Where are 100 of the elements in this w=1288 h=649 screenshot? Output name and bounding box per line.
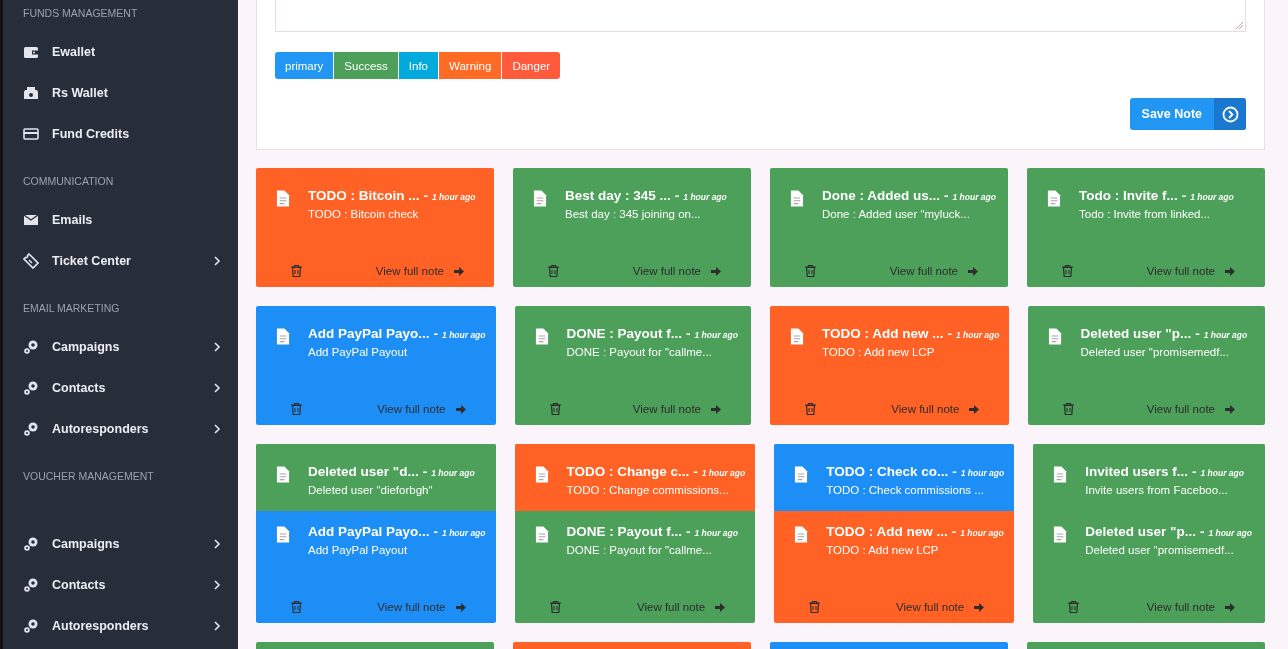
view-full-note-link[interactable]: View full note (637, 601, 726, 613)
note-title: TODO : Bitcoin ... (308, 188, 420, 203)
sidebar-item[interactable]: Rs Wallet (3, 72, 238, 113)
trash-icon (548, 265, 559, 277)
view-full-note-link[interactable]: View full note (889, 265, 978, 277)
note-preview: Best day : 345 joining on... (565, 208, 702, 220)
sidebar-item[interactable]: Contacts (3, 564, 238, 605)
note-preview: Add PayPal Payout (308, 346, 409, 358)
note-time: 1 hour ago (1190, 192, 1234, 202)
note-time: 1 hour ago (960, 468, 1005, 478)
trash-icon (805, 265, 816, 277)
note-title: Done : Added us... (822, 188, 940, 203)
gears-icon (23, 535, 39, 552)
note-title: Invited users f... (1085, 464, 1188, 479)
sidebar-item[interactable]: Autoresponders (3, 408, 238, 449)
sidebar-item[interactable]: Campaigns (3, 523, 238, 564)
view-full-note-link[interactable]: View full note (377, 403, 466, 415)
view-full-note-link[interactable]: View full note (375, 265, 464, 277)
trash-icon (805, 403, 816, 415)
separator-dash: - (944, 188, 949, 203)
view-full-note-link[interactable]: View full note (1146, 403, 1235, 415)
document-icon (276, 190, 290, 207)
ticket-icon (23, 252, 39, 269)
view-full-note-link[interactable]: View full note (1146, 265, 1235, 277)
color-button[interactable]: Info (398, 52, 438, 79)
sidebar-item[interactable]: Ewallet (3, 31, 238, 72)
note-title: Deleted user "d... (308, 464, 419, 479)
separator-dash: - (693, 464, 698, 479)
note-time: 1 hour ago (683, 192, 727, 202)
separator-dash: - (947, 326, 952, 341)
arrow-right-icon (968, 266, 978, 276)
color-button[interactable]: Warning (439, 52, 502, 79)
trash-icon (291, 265, 302, 277)
cash-icon (23, 84, 39, 101)
view-full-note-link[interactable]: View full note (632, 265, 721, 277)
chevron-right-icon (213, 620, 221, 631)
trash-icon (291, 403, 302, 415)
chevron-right-icon (213, 423, 221, 434)
document-icon (1053, 466, 1068, 483)
view-full-note-link[interactable]: View full note (891, 403, 980, 415)
view-full-note-link[interactable]: View full note (896, 601, 985, 613)
chevron-right-icon (213, 341, 221, 352)
note-preview: TODO : Add new LCP (822, 346, 936, 358)
note-title: Deleted user "p... (1085, 524, 1196, 539)
sidebar-item[interactable]: Fund Credits (3, 113, 238, 154)
color-button[interactable]: Success (334, 52, 398, 79)
note-preview: TODO : Change commissions... (566, 484, 730, 496)
arrow-right-icon (711, 404, 721, 414)
trash-icon (1063, 403, 1075, 415)
sidebar-item[interactable]: Contacts (3, 367, 238, 408)
note-preview: TODO : Bitcoin check (308, 208, 420, 220)
document-icon (276, 328, 290, 345)
arrow-right-icon (454, 266, 464, 276)
circle-chevron-icon (1221, 105, 1239, 123)
separator-dash: - (951, 524, 957, 539)
arrow-right-icon (455, 602, 466, 612)
document-icon (794, 466, 809, 483)
arrow-right-icon (715, 602, 726, 612)
separator-dash: - (433, 326, 439, 341)
trash-icon (549, 601, 561, 613)
note-time: 1 hour ago (1203, 330, 1248, 340)
trash-icon (549, 403, 561, 415)
color-button[interactable]: primary (275, 52, 334, 79)
note-preview: Add PayPal Payout (308, 544, 409, 556)
view-full-note-link[interactable]: View full note (377, 601, 466, 613)
trash-icon (1068, 601, 1080, 613)
document-icon (534, 466, 549, 483)
document-icon (533, 190, 547, 207)
sidebar-item[interactable]: Autoresponders (3, 605, 238, 646)
note-time: 1 hour ago (694, 528, 738, 538)
resize-handle-icon (1236, 22, 1243, 29)
note-title: Add PayPal Payo... (308, 524, 430, 539)
trash-icon (809, 601, 821, 613)
sidebar-item[interactable]: Emails (3, 199, 238, 240)
note-title: Todo : Invite f... (1079, 188, 1178, 203)
arrow-right-icon (1225, 404, 1235, 414)
separator-dash: - (952, 464, 957, 479)
note-preview: Invite users from Faceboo... (1085, 484, 1229, 496)
document-icon (1047, 190, 1061, 207)
sidebar-item[interactable]: Ticket Center (3, 240, 238, 281)
gears-icon (23, 576, 39, 593)
view-full-note-link[interactable]: View full note (1146, 601, 1235, 613)
note-time: 1 hour ago (694, 330, 738, 340)
chevron-right-icon (213, 579, 221, 590)
note-time: 1 hour ago (431, 468, 475, 478)
arrow-right-icon (1225, 602, 1235, 612)
section-heading: COMMUNICATION (22, 174, 115, 189)
note-title: TODO : Add new ... (822, 326, 944, 341)
view-full-note-link[interactable]: View full note (632, 403, 721, 415)
note-title: Best day : 345 ... (565, 188, 671, 203)
save-note-button[interactable]: Save Note (1129, 98, 1246, 130)
chevron-right-icon (213, 538, 221, 549)
separator-dash: - (1181, 188, 1187, 203)
sidebar-item[interactable]: Campaigns (3, 326, 238, 367)
note-time: 1 hour ago (1200, 468, 1244, 478)
note-textarea[interactable] (275, 0, 1246, 32)
color-button[interactable]: Danger (502, 52, 561, 79)
document-icon (1053, 526, 1068, 543)
arrow-right-icon (969, 404, 980, 414)
note-title: Add PayPal Payo... (308, 326, 430, 341)
